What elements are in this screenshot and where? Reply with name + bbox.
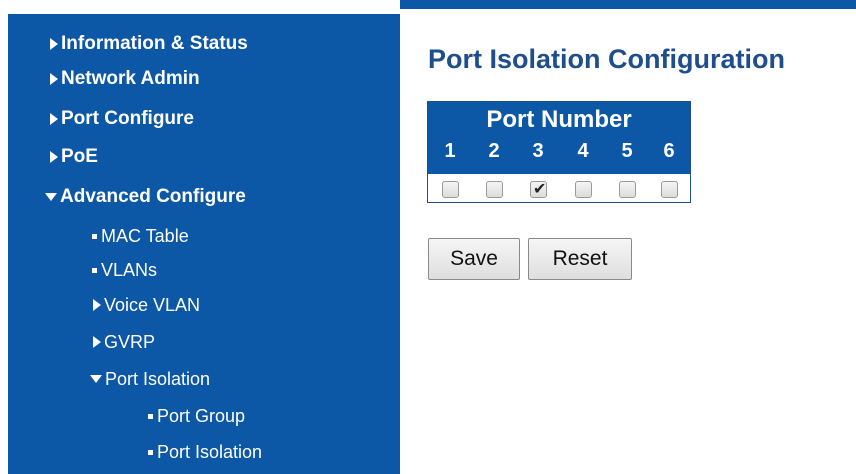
sidebar-item-information-status[interactable]: Information & Status [50, 33, 248, 55]
sidebar: Information & Status Network Admin Port … [0, 0, 400, 474]
sidebar-item-voice-vlan[interactable]: Voice VLAN [93, 294, 200, 316]
port-1-checkbox[interactable] [442, 181, 459, 198]
caret-right-icon [50, 113, 58, 125]
caret-right-icon [50, 38, 58, 50]
sidebar-item-vlans[interactable]: VLANs [92, 259, 157, 281]
port-5-checkbox[interactable] [619, 181, 636, 198]
port-2-checkbox[interactable] [486, 181, 503, 198]
port-table-header: Port Number 1 2 3 4 5 6 [428, 102, 690, 174]
port-isolation-table: Port Number 1 2 3 4 5 6 ✔ [427, 101, 691, 203]
port-6-checkbox[interactable] [661, 181, 678, 198]
caret-right-icon [93, 299, 101, 311]
bullet-icon [92, 267, 97, 273]
port-3-checkbox[interactable]: ✔ [530, 179, 547, 198]
caret-down-icon [90, 375, 102, 383]
caret-right-icon [50, 73, 58, 85]
caret-down-icon [45, 193, 57, 201]
bullet-icon [92, 233, 97, 239]
bullet-icon [148, 449, 153, 455]
sidebar-item-network-admin[interactable]: Network Admin [50, 68, 200, 90]
port-number-label: 2 [488, 140, 500, 162]
port-4-checkbox[interactable] [575, 181, 592, 198]
sidebar-item-mac-table[interactable]: MAC Table [92, 225, 189, 247]
sidebar-item-port-isolation-group[interactable]: Port Isolation [90, 368, 210, 390]
app-root: Information & Status Network Admin Port … [0, 0, 856, 474]
sidebar-item-label: Port Isolation [157, 442, 263, 462]
caret-right-icon [93, 336, 101, 348]
sidebar-item-advanced-configure[interactable]: Advanced Configure [45, 186, 246, 208]
page-title: Port Isolation Configuration [428, 44, 785, 74]
port-number-label: 4 [577, 140, 589, 162]
port-number-label: 3 [532, 140, 544, 162]
sidebar-item-gvrp[interactable]: GVRP [93, 331, 155, 353]
check-icon: ✔ [533, 179, 547, 198]
top-bar [400, 0, 856, 9]
port-number-label: 6 [663, 140, 675, 162]
sidebar-item-label: GVRP [104, 332, 156, 352]
sidebar-item-label: Advanced Configure [60, 186, 246, 207]
caret-right-icon [50, 151, 58, 163]
sidebar-item-label: Information & Status [61, 33, 248, 54]
sidebar-item-poe[interactable]: PoE [50, 146, 98, 168]
sidebar-item-port-isolation[interactable]: Port Isolation [148, 441, 262, 463]
sidebar-item-label: Port Configure [61, 108, 194, 129]
save-button[interactable]: Save [428, 238, 520, 280]
sidebar-item-label: Port Isolation [105, 369, 211, 389]
reset-button[interactable]: Reset [528, 238, 632, 280]
sidebar-item-port-configure[interactable]: Port Configure [50, 108, 194, 130]
bullet-icon [148, 413, 153, 419]
sidebar-item-label: MAC Table [101, 226, 189, 246]
sidebar-item-label: Port Group [157, 406, 246, 426]
sidebar-item-label: VLANs [101, 260, 158, 280]
sidebar-item-port-group[interactable]: Port Group [148, 405, 245, 427]
sidebar-item-label: Network Admin [61, 68, 200, 89]
sidebar-item-label: PoE [61, 146, 98, 167]
port-number-label: 1 [444, 140, 456, 162]
sidebar-item-label: Voice VLAN [104, 295, 201, 315]
port-number-header: Port Number [486, 106, 632, 133]
port-number-label: 5 [621, 140, 633, 162]
